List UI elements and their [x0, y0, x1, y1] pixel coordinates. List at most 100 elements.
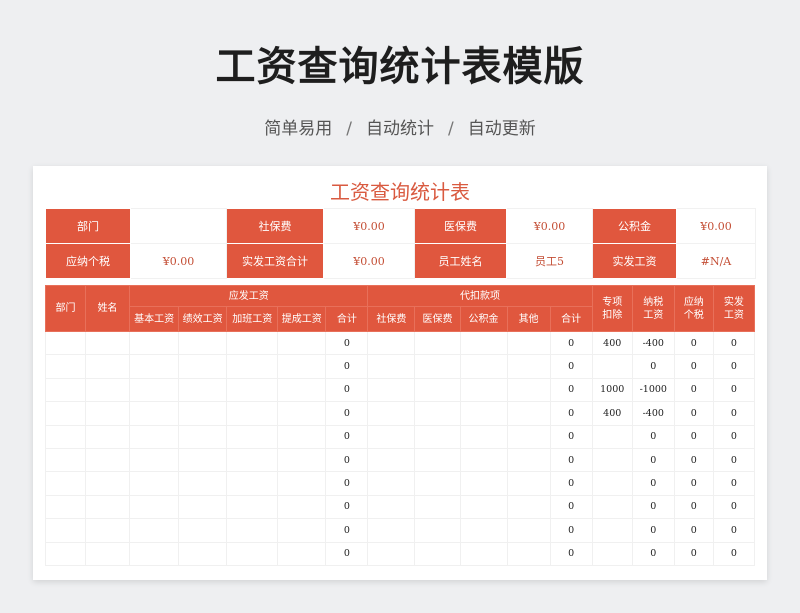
table-cell[interactable]: [414, 377, 461, 403]
table-cell[interactable]: [226, 471, 279, 496]
table-cell[interactable]: [459, 494, 508, 520]
table-cell[interactable]: [44, 354, 87, 379]
table-cell[interactable]: [178, 401, 228, 426]
table-cell[interactable]: [178, 471, 228, 496]
table-cell-tax[interactable]: 0: [673, 447, 714, 473]
table-cell-taxable[interactable]: 0: [631, 541, 675, 566]
table-cell[interactable]: [414, 518, 461, 543]
table-cell-payable-total[interactable]: 0: [325, 518, 369, 543]
table-cell[interactable]: [178, 541, 228, 566]
table-cell[interactable]: [506, 424, 551, 449]
employee-name-select[interactable]: 员工5: [506, 243, 593, 279]
table-cell[interactable]: [226, 541, 279, 566]
table-cell[interactable]: [506, 494, 551, 520]
table-cell[interactable]: [277, 354, 327, 379]
table-cell[interactable]: [277, 447, 327, 473]
table-cell-special[interactable]: 400: [591, 330, 633, 356]
table-cell-taxable[interactable]: -400: [631, 401, 675, 426]
table-cell-payable-total[interactable]: 0: [325, 424, 369, 449]
table-cell-taxable[interactable]: 0: [631, 518, 675, 543]
table-cell[interactable]: [226, 330, 279, 356]
table-cell[interactable]: [226, 377, 279, 403]
table-cell[interactable]: [85, 471, 131, 496]
table-cell[interactable]: [129, 471, 180, 496]
table-cell-tax[interactable]: 0: [673, 541, 714, 566]
table-cell[interactable]: [277, 401, 327, 426]
table-cell[interactable]: [506, 377, 551, 403]
table-cell-net[interactable]: 0: [712, 518, 756, 543]
table-cell[interactable]: [129, 518, 180, 543]
table-cell[interactable]: [459, 377, 508, 403]
table-cell[interactable]: [44, 518, 87, 543]
table-cell-taxable[interactable]: 0: [631, 471, 675, 496]
table-cell[interactable]: [277, 424, 327, 449]
table-cell[interactable]: [367, 354, 416, 379]
table-cell-payable-total[interactable]: 0: [325, 377, 369, 403]
table-cell-tax[interactable]: 0: [673, 354, 714, 379]
table-cell[interactable]: [459, 471, 508, 496]
table-cell[interactable]: [367, 447, 416, 473]
table-cell[interactable]: [85, 354, 131, 379]
table-cell-special[interactable]: [591, 354, 633, 379]
table-cell[interactable]: [44, 330, 87, 356]
department-select[interactable]: [130, 208, 227, 244]
table-cell[interactable]: [414, 354, 461, 379]
table-cell[interactable]: [129, 494, 180, 520]
table-cell[interactable]: [85, 401, 131, 426]
table-cell-deduct-total[interactable]: 0: [549, 330, 593, 356]
table-cell-special[interactable]: 1000: [591, 377, 633, 403]
table-cell-deduct-total[interactable]: 0: [549, 471, 593, 496]
table-cell[interactable]: [129, 354, 180, 379]
table-cell-deduct-total[interactable]: 0: [549, 518, 593, 543]
table-cell[interactable]: [44, 424, 87, 449]
table-cell[interactable]: [129, 424, 180, 449]
table-cell[interactable]: [506, 471, 551, 496]
table-cell-deduct-total[interactable]: 0: [549, 401, 593, 426]
table-cell-net[interactable]: 0: [712, 424, 756, 449]
table-cell[interactable]: [367, 518, 416, 543]
table-cell[interactable]: [506, 447, 551, 473]
table-cell[interactable]: [414, 447, 461, 473]
table-cell-tax[interactable]: 0: [673, 518, 714, 543]
table-cell[interactable]: [459, 518, 508, 543]
table-cell[interactable]: [506, 518, 551, 543]
table-cell-net[interactable]: 0: [712, 330, 756, 356]
table-cell[interactable]: [506, 330, 551, 356]
table-cell-payable-total[interactable]: 0: [325, 401, 369, 426]
table-cell-tax[interactable]: 0: [673, 377, 714, 403]
table-cell[interactable]: [44, 377, 87, 403]
table-cell[interactable]: [459, 447, 508, 473]
table-cell[interactable]: [459, 401, 508, 426]
table-cell-payable-total[interactable]: 0: [325, 494, 369, 520]
table-cell-special[interactable]: [591, 541, 633, 566]
table-cell-payable-total[interactable]: 0: [325, 354, 369, 379]
table-cell-payable-total[interactable]: 0: [325, 471, 369, 496]
table-cell[interactable]: [178, 354, 228, 379]
table-cell[interactable]: [414, 471, 461, 496]
table-cell-taxable[interactable]: 0: [631, 354, 675, 379]
table-cell[interactable]: [367, 401, 416, 426]
table-cell-taxable[interactable]: -400: [631, 330, 675, 356]
table-cell[interactable]: [367, 471, 416, 496]
table-cell[interactable]: [226, 401, 279, 426]
table-cell-deduct-total[interactable]: 0: [549, 377, 593, 403]
table-cell-tax[interactable]: 0: [673, 401, 714, 426]
table-cell-net[interactable]: 0: [712, 354, 756, 379]
table-cell[interactable]: [129, 401, 180, 426]
table-cell[interactable]: [277, 377, 327, 403]
table-cell[interactable]: [226, 354, 279, 379]
table-cell[interactable]: [506, 354, 551, 379]
table-cell-tax[interactable]: 0: [673, 424, 714, 449]
table-cell[interactable]: [85, 494, 131, 520]
table-cell-taxable[interactable]: 0: [631, 447, 675, 473]
table-cell[interactable]: [85, 424, 131, 449]
table-cell[interactable]: [226, 424, 279, 449]
table-cell-taxable[interactable]: 0: [631, 424, 675, 449]
table-cell[interactable]: [44, 541, 87, 566]
table-cell-taxable[interactable]: -1000: [631, 377, 675, 403]
table-cell[interactable]: [367, 377, 416, 403]
table-cell-special[interactable]: [591, 447, 633, 473]
table-cell-net[interactable]: 0: [712, 541, 756, 566]
table-cell[interactable]: [44, 471, 87, 496]
table-cell-special[interactable]: [591, 424, 633, 449]
